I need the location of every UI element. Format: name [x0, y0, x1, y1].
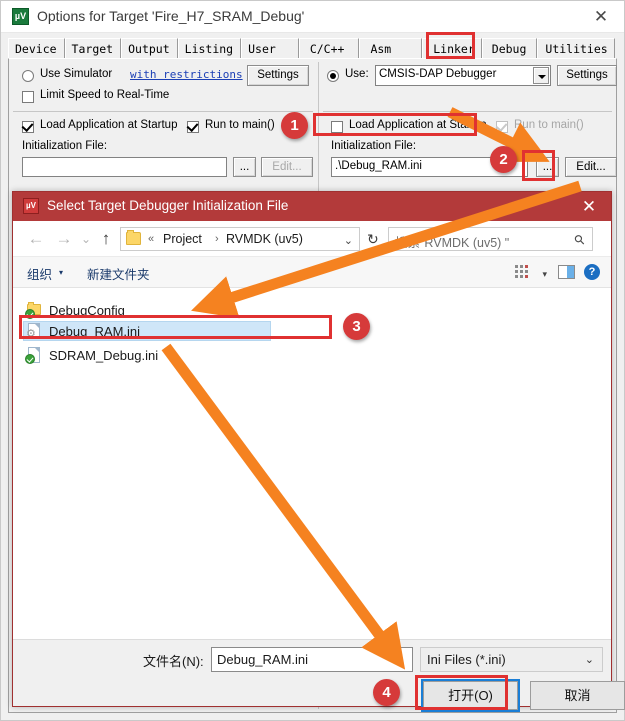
history-dropdown-icon[interactable]: ⌄	[75, 221, 97, 257]
tab-user[interactable]: User	[241, 38, 299, 59]
organize-button[interactable]: 组织	[27, 264, 52, 283]
file-dialog-toolbar: 组织 ▾ 新建文件夹 ▾ ?	[13, 257, 611, 288]
chevron-down-icon[interactable]	[533, 67, 549, 84]
search-placeholder: 搜索"RVMDK (uv5) "	[395, 236, 510, 250]
use-debugger-radio[interactable]	[327, 70, 339, 82]
left-load-app-checkbox[interactable]	[22, 121, 34, 133]
filetype-select-value: Ini Files (*.ini)	[427, 652, 506, 667]
debugger-settings-button[interactable]: Settings	[557, 65, 617, 86]
use-simulator-radio[interactable]	[22, 70, 34, 82]
right-browse-button[interactable]: ...	[536, 157, 559, 177]
tab-listing[interactable]: Listing	[177, 38, 242, 59]
left-init-file-input[interactable]	[22, 157, 227, 177]
file-list[interactable]: DebugConfig ⚙ Debug_RAM.ini SDRAM_Debug.…	[13, 288, 611, 639]
close-icon[interactable]: ✕	[575, 194, 603, 219]
left-row-divider	[13, 111, 313, 112]
file-open-dialog: µV Select Target Debugger Initialization…	[12, 191, 625, 712]
left-init-file-label: Initialization File:	[22, 140, 108, 152]
keil-uvision-icon: µV	[23, 198, 39, 214]
list-item-label: SDRAM_Debug.ini	[49, 347, 159, 363]
keil-window-title: Options for Target 'Fire_H7_SRAM_Debug'	[37, 8, 305, 24]
preview-pane-icon[interactable]	[558, 265, 575, 279]
close-icon[interactable]: ✕	[588, 5, 614, 29]
tab-device[interactable]: Device	[8, 38, 65, 59]
open-button[interactable]: 打开(O)	[421, 679, 520, 712]
chevron-down-icon: ⌄	[584, 654, 594, 666]
use-simulator-label: Use Simulator	[40, 68, 113, 80]
refresh-icon[interactable]: ↻	[367, 231, 379, 248]
file-dialog-title-bar: µV Select Target Debugger Initialization…	[13, 192, 611, 221]
left-edit-button[interactable]: Edit...	[261, 157, 313, 177]
file-dialog-title: Select Target Debugger Initialization Fi…	[47, 198, 289, 213]
view-grid-icon[interactable]	[515, 265, 530, 280]
new-folder-button[interactable]: 新建文件夹	[87, 264, 150, 283]
right-init-file-input[interactable]: .\Debug_RAM.ini	[331, 157, 528, 177]
limit-speed-checkbox[interactable]	[22, 91, 34, 103]
folder-icon	[126, 230, 141, 245]
list-item-label: Debug_RAM.ini	[49, 323, 141, 339]
breadcrumb[interactable]: « Project › RVMDK (uv5) ⌄	[120, 227, 360, 251]
filename-label: 文件名(N):	[143, 654, 204, 669]
tab-asm[interactable]: Asm	[359, 38, 423, 59]
cancel-button[interactable]: 取消	[530, 681, 625, 710]
right-load-app-checkbox[interactable]	[331, 121, 343, 133]
file-dialog-footer: 文件名(N): Debug_RAM.ini Ini Files (*.ini) …	[13, 639, 625, 712]
folder-icon	[25, 301, 42, 319]
right-load-app-label: Load Application at Startup	[349, 119, 487, 131]
search-input[interactable]: 搜索"RVMDK (uv5) " ⚲	[388, 227, 593, 251]
left-browse-button[interactable]: ...	[233, 157, 256, 177]
breadcrumb-separator: ›	[215, 233, 219, 245]
filetype-select[interactable]: Ini Files (*.ini) ⌄	[420, 647, 603, 672]
help-icon[interactable]: ?	[584, 264, 600, 280]
list-item[interactable]: ⚙ Debug_RAM.ini	[23, 321, 271, 341]
list-item-label: DebugConfig	[49, 302, 125, 318]
right-edit-button[interactable]: Edit...	[565, 157, 617, 177]
forward-icon[interactable]: →	[53, 221, 75, 257]
left-load-app-label: Load Application at Startup	[40, 119, 178, 131]
left-run-to-main-checkbox[interactable]	[187, 121, 199, 133]
ini-file-icon: ⚙	[26, 322, 42, 340]
chevron-down-icon[interactable]: ▾	[59, 268, 63, 277]
list-item[interactable]: SDRAM_Debug.ini	[25, 345, 159, 365]
debugger-select-value: CMSIS-DAP Debugger	[379, 68, 497, 80]
debugger-select[interactable]: CMSIS-DAP Debugger	[375, 65, 551, 86]
with-restrictions-link[interactable]: with restrictions	[130, 68, 243, 81]
right-row-divider	[323, 111, 612, 112]
right-run-to-main-label: Run to main()	[514, 119, 584, 131]
keil-tab-bar: Device Target Output Listing User C/C++ …	[8, 37, 615, 59]
tab-utilities[interactable]: Utilities	[537, 38, 615, 59]
tab-output[interactable]: Output	[121, 38, 178, 59]
file-dialog-nav-bar: ← → ⌄ ↑ « Project › RVMDK (uv5) ⌄ ↻ 搜索"R…	[13, 221, 611, 257]
tab-c-cpp[interactable]: C/C++	[298, 38, 360, 59]
breadcrumb-item-project[interactable]: Project	[163, 232, 202, 246]
limit-speed-label: Limit Speed to Real-Time	[40, 89, 170, 101]
breadcrumb-prefix: «	[148, 233, 155, 245]
chevron-down-icon[interactable]: ▾	[542, 269, 547, 280]
tab-target[interactable]: Target	[64, 38, 122, 59]
breadcrumb-item-rvmdk[interactable]: RVMDK (uv5)	[226, 232, 303, 246]
up-icon[interactable]: ↑	[95, 221, 117, 257]
tab-linker[interactable]: Linker	[422, 38, 482, 59]
simulator-settings-button[interactable]: Settings	[247, 65, 309, 86]
search-icon[interactable]: ⚲	[571, 231, 589, 249]
keil-uvision-icon: µV	[12, 8, 29, 25]
use-debugger-label: Use:	[345, 68, 369, 80]
right-init-file-label: Initialization File:	[331, 140, 417, 152]
tab-debug[interactable]: Debug	[481, 38, 538, 59]
back-icon[interactable]: ←	[25, 221, 47, 257]
chevron-down-icon[interactable]: ⌄	[344, 234, 353, 247]
left-run-to-main-label: Run to main()	[205, 119, 275, 131]
keil-title-bar: µV Options for Target 'Fire_H7_SRAM_Debu…	[1, 1, 624, 33]
list-item[interactable]: DebugConfig	[25, 300, 125, 320]
ini-file-icon	[25, 346, 42, 364]
filename-input[interactable]: Debug_RAM.ini	[211, 647, 413, 672]
right-run-to-main-checkbox[interactable]	[496, 121, 508, 133]
